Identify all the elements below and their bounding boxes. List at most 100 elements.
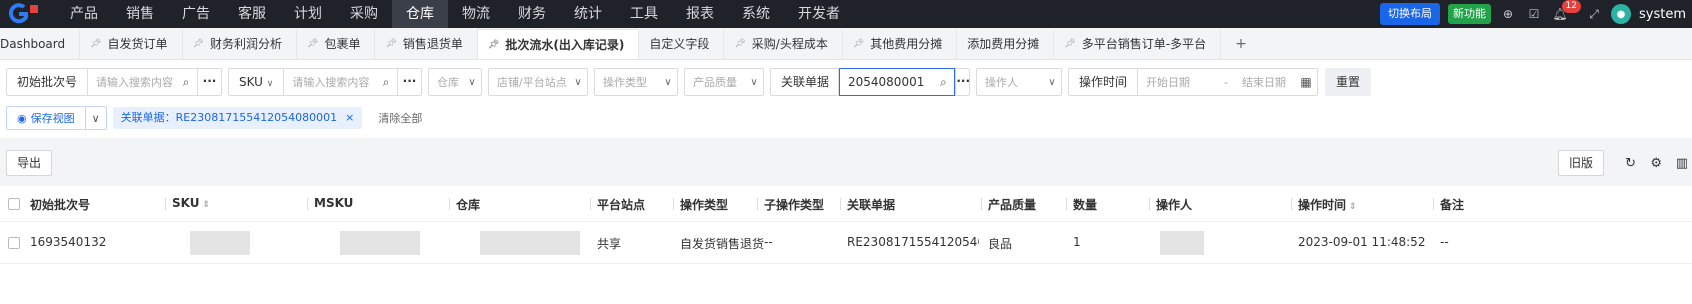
refresh-icon[interactable]: ↻: [1625, 156, 1636, 171]
pin-icon[interactable]: 📌︎: [307, 29, 318, 59]
gear-icon[interactable]: ⚙: [1650, 156, 1662, 171]
reset-button[interactable]: 重置: [1325, 68, 1372, 96]
clear-all-link[interactable]: 清除全部: [378, 110, 422, 126]
tab-item[interactable]: Dashboard: [0, 29, 81, 59]
tab-item[interactable]: 自定义字段: [639, 29, 725, 59]
switch-layout-button[interactable]: 切换布局: [1380, 3, 1440, 25]
redacted-cell: [190, 231, 250, 255]
column-divider[interactable]: [673, 198, 674, 210]
more-icon[interactable]: ···: [197, 69, 221, 95]
menu-item[interactable]: 开发者: [784, 0, 854, 28]
menu-item[interactable]: 工具: [616, 0, 672, 28]
more-icon[interactable]: ···: [955, 69, 970, 95]
menu-item[interactable]: 财务: [504, 0, 560, 28]
tab-item[interactable]: 📌︎ 其他费用分摊: [843, 29, 958, 59]
column-divider[interactable]: [307, 198, 308, 210]
pin-icon[interactable]: 📌︎: [734, 29, 745, 59]
column-header-text: 仓库: [456, 198, 481, 212]
row-checkbox[interactable]: [8, 237, 20, 249]
menu-item[interactable]: 统计: [560, 0, 616, 28]
column-divider[interactable]: [981, 198, 982, 210]
fullscreen-icon[interactable]: ⤢: [1585, 5, 1603, 23]
column-divider[interactable]: [757, 198, 758, 210]
avatar[interactable]: ●: [1611, 4, 1631, 24]
pin-icon[interactable]: 📌︎: [853, 29, 864, 59]
column-divider[interactable]: [1066, 198, 1067, 210]
pin-icon[interactable]: 📌︎: [193, 29, 204, 59]
table-cell-related[interactable]: RE2308171554120540...: [847, 235, 979, 249]
column-divider[interactable]: [590, 198, 591, 210]
tab-item[interactable]: 📌︎ 采购/头程成本: [724, 29, 843, 59]
add-tab-icon[interactable]: +: [1221, 29, 1261, 59]
related-doc-label[interactable]: 关联单据: [771, 69, 839, 95]
bell-icon[interactable]: 🔔︎ 12: [1551, 0, 1581, 23]
end-date-input[interactable]: 结束日期: [1234, 74, 1295, 90]
quality-select[interactable]: 产品质量 ∨: [684, 68, 764, 96]
start-date-input[interactable]: 开始日期: [1138, 74, 1216, 90]
export-button[interactable]: 导出: [6, 150, 53, 176]
operator-select[interactable]: 操作人 ∨: [976, 68, 1062, 96]
menu-item[interactable]: 产品: [56, 0, 112, 28]
new-feature-button[interactable]: 新功能: [1448, 4, 1491, 24]
column-header[interactable]: SKU ⇕: [172, 196, 210, 210]
tab-item[interactable]: 📌︎ 自发货订单: [80, 29, 183, 59]
tab-item[interactable]: 📌︎ 财务利润分析: [183, 29, 298, 59]
batch-flow-table: 初始批次号 SKU ⇕ MSKU 仓库 平台站点 操作类型 子操作类型 关联单据 产品质量 数量 操作…: [0, 186, 1692, 264]
menu-item[interactable]: 采购: [336, 0, 392, 28]
pin-icon[interactable]: 📌︎: [1064, 29, 1075, 59]
tab-item[interactable]: 📌︎ 销售退货单: [375, 29, 478, 59]
tab-label: 采购/头程成本: [751, 37, 828, 51]
app-logo[interactable]: [0, 0, 56, 28]
related-doc-input[interactable]: 2054080001 ⌕: [839, 68, 956, 96]
chevron-down-icon: ∨: [468, 76, 476, 88]
menu-item[interactable]: 客服: [224, 0, 280, 28]
sku-input[interactable]: 请输入搜索内容: [284, 74, 375, 90]
username[interactable]: system: [1639, 7, 1686, 22]
sort-icon[interactable]: ⇕: [202, 200, 210, 210]
tab-item[interactable]: 添加费用分摊: [957, 29, 1055, 59]
menu-item[interactable]: 计划: [280, 0, 336, 28]
pin-icon[interactable]: 📌︎: [90, 29, 101, 59]
column-divider[interactable]: [1433, 198, 1434, 210]
column-divider[interactable]: [449, 198, 450, 210]
menu-item[interactable]: 物流: [448, 0, 504, 28]
column-divider[interactable]: [1149, 198, 1150, 210]
task-check-icon[interactable]: ☑: [1525, 5, 1543, 23]
chevron-down-icon[interactable]: ∨: [86, 112, 106, 125]
sort-icon[interactable]: ⇕: [1349, 202, 1357, 212]
menu-item[interactable]: 广告: [168, 0, 224, 28]
more-icon[interactable]: ···: [397, 69, 421, 95]
warehouse-select[interactable]: 仓库 ∨: [428, 68, 482, 96]
column-header[interactable]: 操作时间 ⇕: [1298, 196, 1357, 213]
sku-label[interactable]: SKU ∨: [229, 69, 285, 95]
column-divider[interactable]: [1291, 198, 1292, 210]
book-icon[interactable]: ▥: [1676, 156, 1688, 171]
close-icon[interactable]: ×: [345, 107, 354, 129]
menu-item[interactable]: 仓库: [392, 0, 448, 28]
save-view-button[interactable]: ◉ 保存视图: [7, 107, 86, 129]
initial-batch-input[interactable]: 请输入搜索内容: [88, 74, 175, 90]
select-all-checkbox[interactable]: [8, 198, 20, 210]
column-divider[interactable]: [840, 198, 841, 210]
tab-item[interactable]: 📌︎ 包裹单: [297, 29, 376, 59]
menu-item[interactable]: 报表: [672, 0, 728, 28]
menu-item[interactable]: 销售: [112, 0, 168, 28]
search-icon[interactable]: ⌕: [375, 75, 397, 90]
table-row[interactable]: 1693540132共享自发货销售退货--RE2308171554120540.…: [0, 222, 1692, 264]
op-time-label[interactable]: 操作时间: [1069, 69, 1139, 95]
tab-item[interactable]: 📌︎ 多平台销售订单-多平台: [1054, 29, 1222, 59]
old-version-button[interactable]: 旧版: [1557, 150, 1604, 176]
pin-icon[interactable]: 📌︎: [385, 29, 396, 59]
store-site-select[interactable]: 店铺/平台站点 ∨: [488, 68, 588, 96]
menu-item[interactable]: 系统: [728, 0, 784, 28]
pin-icon[interactable]: 📌︎: [488, 30, 499, 60]
hash-icon[interactable]: ⊕: [1499, 5, 1517, 23]
column-divider[interactable]: [165, 198, 166, 210]
op-type-select[interactable]: 操作类型 ∨: [594, 68, 678, 96]
search-icon[interactable]: ⌕: [932, 75, 954, 90]
search-icon[interactable]: ⌕: [175, 75, 197, 90]
calendar-icon[interactable]: ▦: [1295, 75, 1317, 89]
initial-batch-label[interactable]: 初始批次号: [7, 69, 89, 95]
column-header: 子操作类型: [764, 196, 824, 213]
tab-item[interactable]: 📌︎ 批次流水(出入库记录): [477, 29, 640, 60]
